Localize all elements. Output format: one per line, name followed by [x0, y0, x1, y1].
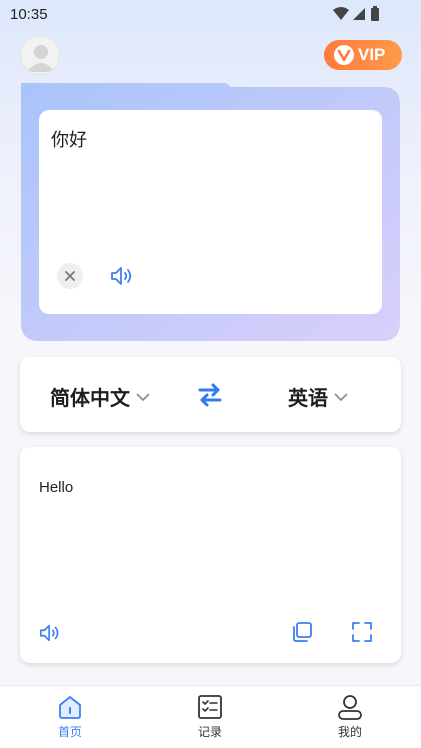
status-time: 10:35: [10, 6, 48, 23]
vip-badge[interactable]: VIP: [324, 40, 402, 70]
output-card: Hello: [20, 447, 401, 663]
chevron-down-icon: [136, 392, 150, 401]
nav-item-record[interactable]: 记录: [180, 694, 240, 746]
nav-label-home: 首页: [57, 725, 82, 739]
profile-icon: [338, 695, 362, 720]
close-icon: [65, 271, 75, 281]
wifi-icon: [333, 7, 349, 20]
vip-label: VIP: [358, 45, 386, 64]
home-icon: [59, 696, 81, 719]
input-card[interactable]: 你好: [39, 110, 382, 314]
battery-icon: [371, 8, 379, 21]
speaker-icon[interactable]: [109, 264, 135, 288]
avatar-icon: [27, 45, 55, 72]
translation-output-text: Hello: [39, 479, 74, 496]
source-text-input[interactable]: 你好: [51, 126, 87, 152]
status-bar: 10:35: [0, 0, 421, 30]
status-icons: [333, 6, 379, 21]
signal-icon: [353, 8, 365, 20]
language-selector-bar: 简体中文 英语: [20, 357, 401, 432]
bottom-nav: 首页 记录 我的: [0, 685, 421, 748]
copy-icon[interactable]: [290, 620, 314, 644]
nav-item-home[interactable]: 首页: [40, 694, 100, 746]
speaker-icon[interactable]: [38, 622, 62, 644]
source-language-label: 简体中文: [50, 386, 130, 410]
nav-item-profile[interactable]: 我的: [320, 694, 380, 746]
source-language-select[interactable]: 简体中文: [50, 382, 150, 411]
avatar[interactable]: [20, 35, 60, 75]
target-language-label: 英语: [288, 386, 328, 410]
record-icon: [198, 695, 222, 719]
nav-label-profile: 我的: [337, 725, 362, 739]
swap-languages-icon[interactable]: [196, 381, 224, 409]
fullscreen-icon[interactable]: [350, 620, 374, 644]
target-language-select[interactable]: 英语: [288, 382, 348, 411]
chevron-down-icon: [334, 392, 348, 401]
clear-button[interactable]: [57, 263, 83, 289]
nav-label-record: 记录: [197, 725, 222, 739]
vip-icon: [334, 45, 354, 65]
